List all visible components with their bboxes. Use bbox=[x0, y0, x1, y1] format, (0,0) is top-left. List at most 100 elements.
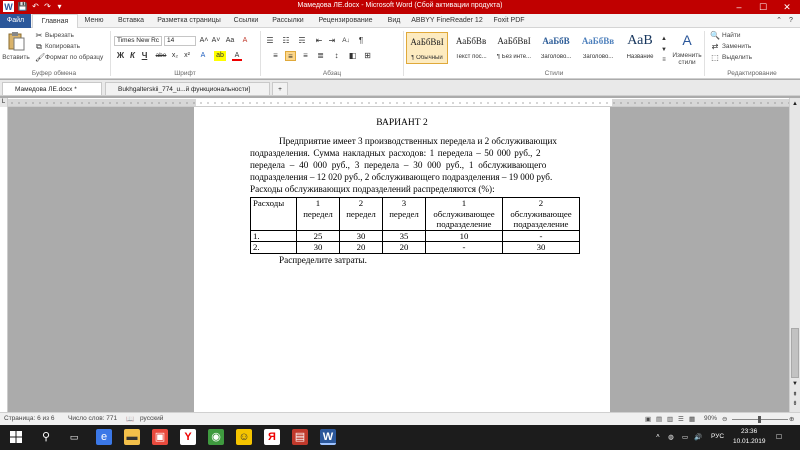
scroll-thumb[interactable] bbox=[791, 328, 799, 378]
tab-page-layout[interactable]: Разметка страницы bbox=[152, 14, 226, 28]
show-marks-button[interactable]: ¶ bbox=[356, 36, 366, 46]
next-page-icon[interactable]: ⇟ bbox=[791, 400, 799, 408]
prev-page-icon[interactable]: ⇞ bbox=[791, 391, 799, 399]
tab-view[interactable]: Вид bbox=[383, 14, 405, 28]
network-icon[interactable]: ▭ bbox=[682, 433, 688, 441]
tab-selector[interactable]: L bbox=[0, 98, 8, 107]
style-no-spacing[interactable]: АаБбВвІ ¶ Без инте... bbox=[493, 32, 535, 64]
find-button[interactable]: Найти bbox=[722, 31, 741, 40]
decrease-indent-icon[interactable]: ⇤ bbox=[314, 36, 324, 46]
maximize-icon[interactable]: ☐ bbox=[752, 0, 774, 14]
language-indicator-taskbar[interactable]: РУС bbox=[711, 433, 724, 440]
subscript-button[interactable]: x₂ bbox=[170, 51, 180, 61]
pdf-app-icon[interactable]: ▤ bbox=[292, 429, 308, 445]
find-icon[interactable]: 🔍 bbox=[710, 31, 720, 41]
clear-format-button[interactable]: A bbox=[240, 36, 250, 46]
highlight-button[interactable]: ab bbox=[214, 51, 226, 61]
line-spacing-icon[interactable]: ↕ bbox=[331, 51, 342, 61]
align-left-icon[interactable]: ≡ bbox=[270, 51, 281, 61]
bullets-icon[interactable]: ☰ bbox=[264, 36, 276, 46]
start-button[interactable] bbox=[8, 429, 24, 445]
tab-home[interactable]: Главная bbox=[32, 14, 78, 28]
shading-icon[interactable]: ◧ bbox=[347, 51, 358, 61]
increase-indent-icon[interactable]: ⇥ bbox=[327, 36, 337, 46]
multilevel-list-icon[interactable]: ☴ bbox=[296, 36, 308, 46]
tray-app-icon[interactable]: ◍ bbox=[668, 433, 674, 441]
page-count[interactable]: Страница: 6 из 6 bbox=[4, 415, 55, 422]
format-painter-button[interactable]: Формат по образцу bbox=[45, 53, 103, 62]
doc-tab-active[interactable]: Мамедова ЛЕ.docx * bbox=[2, 82, 102, 95]
zoom-in-icon[interactable]: ⊕ bbox=[789, 415, 794, 423]
clock-date[interactable]: 10.01.2019 bbox=[733, 438, 766, 445]
styles-more-icon[interactable]: ≡ bbox=[661, 55, 667, 65]
close-icon[interactable]: ✕ bbox=[776, 0, 798, 14]
language-indicator[interactable]: русский bbox=[140, 415, 163, 422]
paste-button[interactable]: Вставить bbox=[2, 31, 30, 65]
cut-icon[interactable]: ✂ bbox=[35, 31, 43, 41]
select-icon[interactable]: ⬚ bbox=[710, 53, 720, 63]
style-normal[interactable]: АаБбВвІ ¶ Обычный bbox=[406, 32, 448, 64]
change-case-button[interactable]: Aa bbox=[224, 36, 236, 46]
zoom-out-icon[interactable]: ⊖ bbox=[722, 415, 727, 423]
font-size-select[interactable]: 14 bbox=[164, 36, 196, 46]
view-web-icon[interactable]: ▥ bbox=[667, 415, 673, 423]
emoji-app-icon[interactable]: ☺ bbox=[236, 429, 252, 445]
tab-references[interactable]: Ссылки bbox=[229, 14, 263, 28]
tab-insert[interactable]: Вставка bbox=[112, 14, 150, 28]
styles-scroll-up-icon[interactable]: ▲ bbox=[661, 34, 667, 44]
view-reading-icon[interactable]: ▤ bbox=[656, 415, 662, 423]
select-button[interactable]: Выделить bbox=[722, 53, 752, 62]
doc-tab[interactable]: Bukhgalterskii_774_u...й функциональност… bbox=[105, 82, 270, 95]
format-painter-icon[interactable]: 🖌 bbox=[35, 53, 45, 63]
style-title[interactable]: АаВ Название bbox=[619, 32, 661, 64]
strikethrough-button[interactable]: abe bbox=[154, 51, 168, 61]
change-styles-button[interactable]: A Изменить стили bbox=[670, 30, 704, 68]
tab-menu[interactable]: Меню bbox=[79, 14, 109, 28]
style-heading-1[interactable]: АаБбВ Заголово... bbox=[535, 32, 577, 64]
document-canvas[interactable]: ВАРИАНТ 2 Предприятие имеет 3 производст… bbox=[8, 107, 789, 412]
tab-file[interactable]: Файл bbox=[0, 14, 31, 28]
styles-scroll-down-icon[interactable]: ▼ bbox=[661, 45, 667, 55]
chrome-icon[interactable]: ◉ bbox=[208, 429, 224, 445]
search-icon[interactable]: ⚲ bbox=[38, 429, 54, 445]
italic-button[interactable]: К bbox=[128, 51, 137, 61]
tab-foxit[interactable]: Foxit PDF bbox=[488, 14, 530, 28]
copy-button[interactable]: Копировать bbox=[45, 42, 80, 51]
cut-button[interactable]: Вырезать bbox=[45, 31, 74, 40]
yandex-icon[interactable]: Я bbox=[264, 429, 280, 445]
view-outline-icon[interactable]: ☰ bbox=[678, 415, 684, 423]
notifications-icon[interactable]: ☐ bbox=[776, 433, 782, 441]
style-body-text[interactable]: АаБбВв Текст пос... bbox=[450, 32, 492, 64]
minimize-icon[interactable]: – bbox=[728, 0, 750, 14]
task-view-icon[interactable]: ▭ bbox=[66, 429, 82, 445]
new-tab-button[interactable]: + bbox=[272, 82, 288, 95]
help-icon[interactable]: ? bbox=[786, 14, 796, 28]
shrink-font-button[interactable]: A˅ bbox=[211, 36, 221, 46]
zoom-level[interactable]: 90% bbox=[704, 415, 717, 422]
underline-button[interactable]: Ч bbox=[140, 51, 149, 61]
scroll-down-icon[interactable]: ▼ bbox=[791, 380, 799, 388]
file-explorer-icon[interactable]: ▬ bbox=[124, 429, 140, 445]
edge-icon[interactable]: e bbox=[96, 429, 112, 445]
justify-icon[interactable]: ≣ bbox=[315, 51, 326, 61]
yandex-browser-icon[interactable]: Y bbox=[180, 429, 196, 445]
scroll-up-icon[interactable]: ▲ bbox=[791, 100, 799, 108]
view-draft-icon[interactable]: ▦ bbox=[689, 415, 695, 423]
tab-mailings[interactable]: Рассылки bbox=[267, 14, 309, 28]
superscript-button[interactable]: x² bbox=[182, 51, 192, 61]
tab-review[interactable]: Рецензирование bbox=[313, 14, 378, 28]
replace-icon[interactable]: ⇄ bbox=[710, 42, 720, 52]
ribbon-collapse-icon[interactable]: ⌃ bbox=[774, 14, 784, 28]
zoom-slider-thumb[interactable] bbox=[758, 416, 761, 423]
align-right-icon[interactable]: ≡ bbox=[300, 51, 311, 61]
copy-icon[interactable]: ⧉ bbox=[35, 42, 43, 52]
horizontal-ruler[interactable] bbox=[8, 98, 796, 107]
view-print-layout-icon[interactable]: ▣ bbox=[645, 415, 651, 423]
tab-abbyy[interactable]: ABBYY FineReader 12 bbox=[410, 14, 484, 28]
clock-time[interactable]: 23:36 bbox=[741, 428, 757, 435]
sort-button[interactable]: A↓ bbox=[340, 36, 352, 46]
vertical-scrollbar[interactable]: ▲ ▼ ⇞ ⇟ bbox=[789, 98, 800, 412]
tray-expand-icon[interactable]: ˄ bbox=[656, 433, 660, 440]
text-effects-button[interactable]: A bbox=[198, 51, 208, 61]
grow-font-button[interactable]: A˄ bbox=[199, 36, 209, 46]
